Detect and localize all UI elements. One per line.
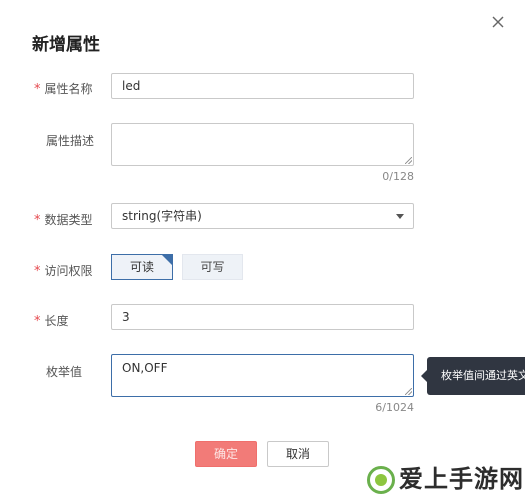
add-attribute-dialog: 新增属性 *属性名称 属性描述 0/128 *数据类型 string(字符串) … xyxy=(0,0,525,500)
data-type-select[interactable]: string(字符串) xyxy=(111,203,414,229)
enum-counter: 6/1024 xyxy=(375,401,414,414)
name-input[interactable] xyxy=(111,73,414,99)
length-input[interactable] xyxy=(111,304,414,330)
access-option-read-label: 可读 xyxy=(129,260,154,274)
length-label: * 长度 xyxy=(34,312,69,329)
chevron-down-icon xyxy=(396,214,404,219)
description-label: 属性描述 xyxy=(46,134,95,148)
watermark-logo-icon xyxy=(367,466,395,494)
enum-textarea[interactable]: ON,OFF xyxy=(111,354,414,397)
required-star: * xyxy=(34,264,41,279)
description-counter: 0/128 xyxy=(382,170,414,183)
access-label: * 访问权限 xyxy=(34,262,93,279)
data-type-label-text: 数据类型 xyxy=(44,213,93,227)
dialog-title: 新增属性 xyxy=(32,35,100,55)
confirm-button[interactable]: 确定 xyxy=(195,441,257,467)
name-label-text: 属性名称 xyxy=(44,82,93,96)
access-option-read[interactable]: 可读 xyxy=(111,254,173,280)
enum-label: 枚举值 xyxy=(46,365,83,379)
enum-tooltip: 枚举值间通过英文 xyxy=(427,357,525,395)
access-option-write[interactable]: 可写 xyxy=(182,254,243,280)
cancel-button[interactable]: 取消 xyxy=(267,441,329,467)
close-icon xyxy=(492,16,504,28)
access-option-write-label: 可写 xyxy=(200,260,225,274)
data-type-label: * 数据类型 xyxy=(34,211,93,228)
access-label-text: 访问权限 xyxy=(44,264,93,278)
required-star: * xyxy=(34,314,41,329)
required-star: * xyxy=(34,213,41,228)
required-star: * xyxy=(34,82,41,97)
site-watermark: 爱上手游网 xyxy=(367,458,525,500)
checkmark-corner-icon xyxy=(162,255,172,265)
length-label-text: 长度 xyxy=(44,314,69,328)
close-button[interactable] xyxy=(489,13,507,31)
watermark-text: 爱上手游网 xyxy=(399,465,524,493)
name-label: * 属性名称 xyxy=(34,80,93,97)
description-textarea[interactable] xyxy=(111,123,414,166)
data-type-value: string(字符串) xyxy=(122,209,202,223)
